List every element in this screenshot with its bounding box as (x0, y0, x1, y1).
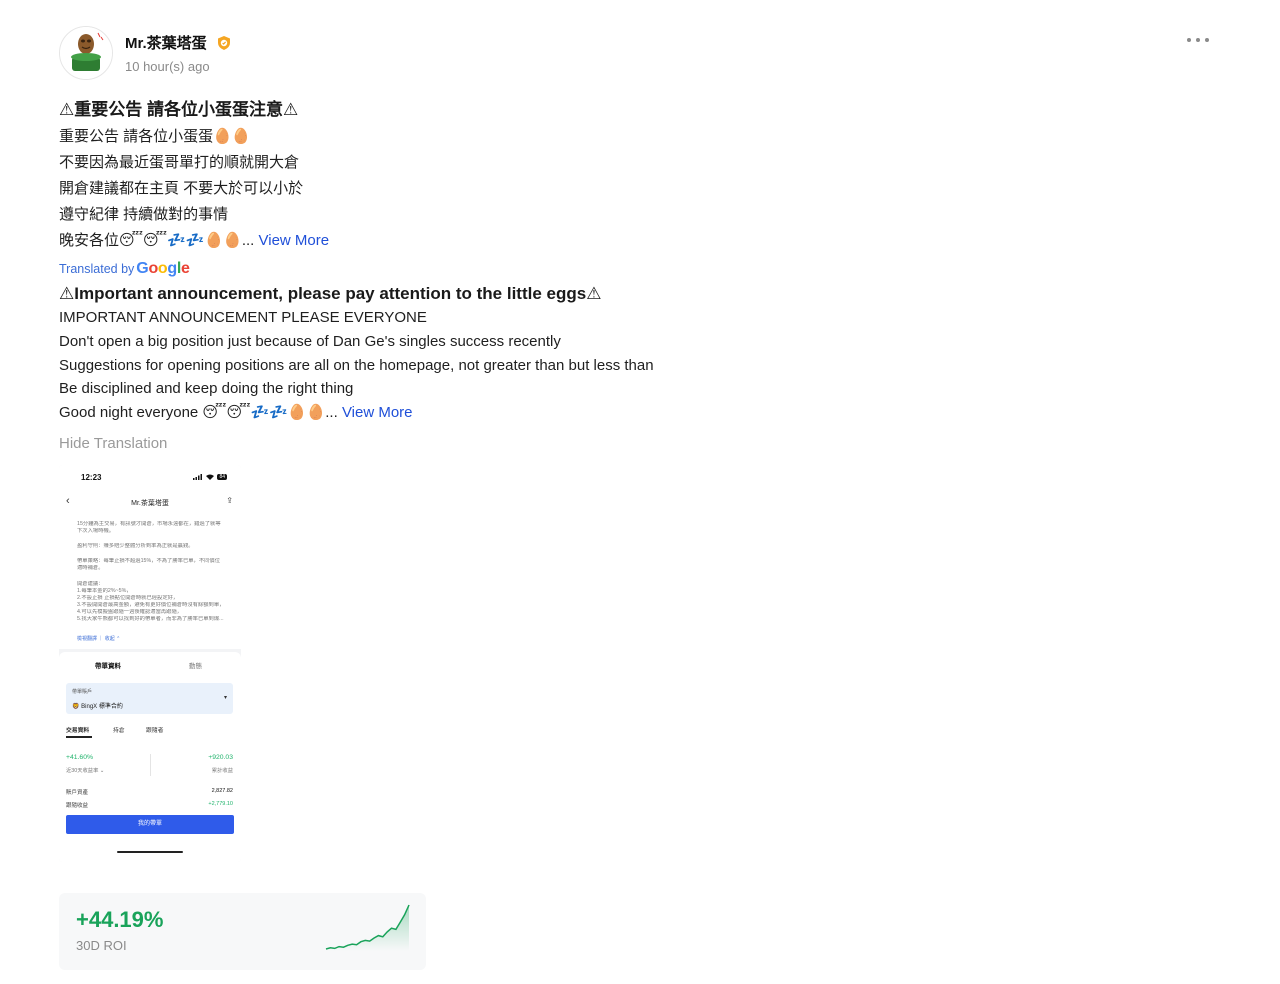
follow-label: 跟隨收益 (66, 803, 89, 809)
original-line: 開倉建議都在主頁 不要大於可以小於 (59, 180, 304, 197)
bio-line: 下次入場時機。 (77, 528, 115, 534)
battery-icon: 84 (217, 474, 227, 480)
translation-line: Don't open a big position just because o… (59, 332, 561, 350)
phone-tabs: 帶單資料 動態 (59, 652, 241, 676)
phone-title: Mr.茶葉塔蛋 (131, 500, 169, 507)
view-more-link[interactable]: View More (259, 232, 330, 249)
translation-line-text: Good night everyone 😴😴💤💤🥚🥚... (59, 404, 338, 422)
more-options-button[interactable] (1187, 34, 1209, 46)
subtab-trade-data: 交易資料 (66, 728, 90, 734)
my-copy-trading-button: 我的帶單 (66, 815, 234, 834)
assets-label: 賬戶資產 (66, 790, 89, 796)
subtab-underline (66, 736, 92, 738)
home-indicator (117, 851, 183, 853)
original-title: ⚠重要公告 請各位小蛋蛋注意⚠ (59, 100, 299, 119)
account-value: 🦁 BingX 標準合約 (72, 704, 123, 710)
status-icons: 84 (193, 474, 227, 480)
original-line: 不要因為最近蛋哥單打的順就開大倉 (59, 154, 300, 171)
caret-down-icon: ▾ (223, 695, 227, 701)
subtab-followers: 跟隨者 (146, 728, 164, 734)
roi-sparkline (325, 904, 410, 951)
phone-panel: 帶單賬戶 🦁 BingX 標準合約 ▾ 交易資料 持倉 跟隨者 +41.60% … (59, 676, 241, 862)
dot-icon (1196, 38, 1200, 42)
bio-line: 5.找大家牛熊都可以找到好的帶單者，而非為了勝率已單到爆... (77, 616, 224, 622)
bio-line: 適時補倉。 (77, 565, 104, 571)
post-content: ⚠重要公告 請各位小蛋蛋注意⚠ 重要公告 請各位小蛋蛋🥚🥚 不要因為最近蛋哥單打… (59, 98, 759, 453)
post-header: Mr.茶葉塔蛋 10 hour(s) ago (59, 26, 1209, 82)
account-value-text: BingX 標準合約 (81, 704, 123, 710)
divider (150, 754, 151, 776)
tab-copy-data: 帶單資料 (95, 663, 121, 670)
author-row: Mr.茶葉塔蛋 (125, 32, 232, 53)
hide-translation-button[interactable]: Hide Translation (59, 435, 167, 452)
roi-30d-value: +41.60% (66, 754, 94, 761)
translated-by-label: Translated by (59, 262, 135, 276)
author-name[interactable]: Mr.茶葉塔蛋 (125, 32, 207, 53)
share-icon: ⇪ (226, 496, 233, 505)
translated-by: Translated by Google (59, 259, 759, 279)
account-select: 帶單賬戶 🦁 BingX 標準合約 ▾ (66, 683, 233, 714)
status-time: 12:23 (81, 473, 102, 482)
original-line: 遵守紀律 持續做對的事情 (59, 206, 229, 223)
translation-line: Suggestions for opening positions are al… (59, 356, 654, 374)
bio-line: 盈利守則：賺多賠少整體分析到率為正就是贏錢。 (77, 543, 194, 549)
signal-icon (193, 474, 203, 480)
account-label: 帶單賬戶 (72, 689, 93, 695)
follow-value: +2,779.10 (208, 801, 233, 807)
translation-line: IMPORTANT ANNOUNCEMENT PLEASE EVERYONE (59, 309, 427, 326)
post-time: 10 hour(s) ago (125, 59, 210, 74)
dot-icon (1205, 38, 1209, 42)
original-last-line: 晚安各位😴😴💤💤🥚🥚... View More (59, 228, 759, 254)
roi-30d-label: 近30天收益率 ⌄ (66, 768, 105, 774)
tab-feed: 動態 (189, 663, 202, 670)
bio-links: 檢視翻譯 ｜ 收起 ⌃ (77, 636, 121, 642)
total-pnl-value: +920.03 (208, 754, 233, 761)
google-logo: Google (136, 260, 190, 277)
attached-screenshot[interactable]: 12:23 84 ‹ Mr.茶葉塔蛋 ⇪ 15分鐘為主交易，有訊號才開倉，市場永… (59, 465, 241, 862)
phone-status-bar: 12:23 84 (59, 465, 241, 491)
dot-icon (1187, 38, 1191, 42)
tea-egg-avatar-icon (60, 27, 112, 79)
wifi-icon (206, 474, 215, 480)
roi-card[interactable]: +44.19% 30D ROI (59, 893, 426, 970)
view-more-link[interactable]: View More (342, 404, 413, 421)
verified-badge-icon (216, 35, 232, 51)
phone-nav-bar: ‹ Mr.茶葉塔蛋 ⇪ (59, 491, 241, 513)
roi-label: 30D ROI (76, 938, 127, 953)
subtab-positions: 持倉 (113, 728, 125, 734)
translation-title: ⚠Important announcement, please pay atte… (59, 284, 602, 303)
total-pnl-label: 累計收益 (211, 768, 233, 774)
translation-line: Be disciplined and keep doing the right … (59, 380, 354, 398)
roi-value: +44.19% (76, 907, 164, 932)
original-line: 重要公告 請各位小蛋蛋🥚🥚 (59, 128, 251, 145)
original-line-text: 晚安各位😴😴💤💤🥚🥚... (59, 232, 255, 249)
assets-value: 2,827.82 (211, 788, 233, 794)
phone-bio: 15分鐘為主交易，有訊號才開倉，市場永遠都在，錯過了就等 下次入場時機。 盈利守… (59, 513, 241, 649)
avatar[interactable] (59, 26, 113, 80)
translation-last-line: Good night everyone 😴😴💤💤🥚🥚... View More (59, 401, 759, 425)
